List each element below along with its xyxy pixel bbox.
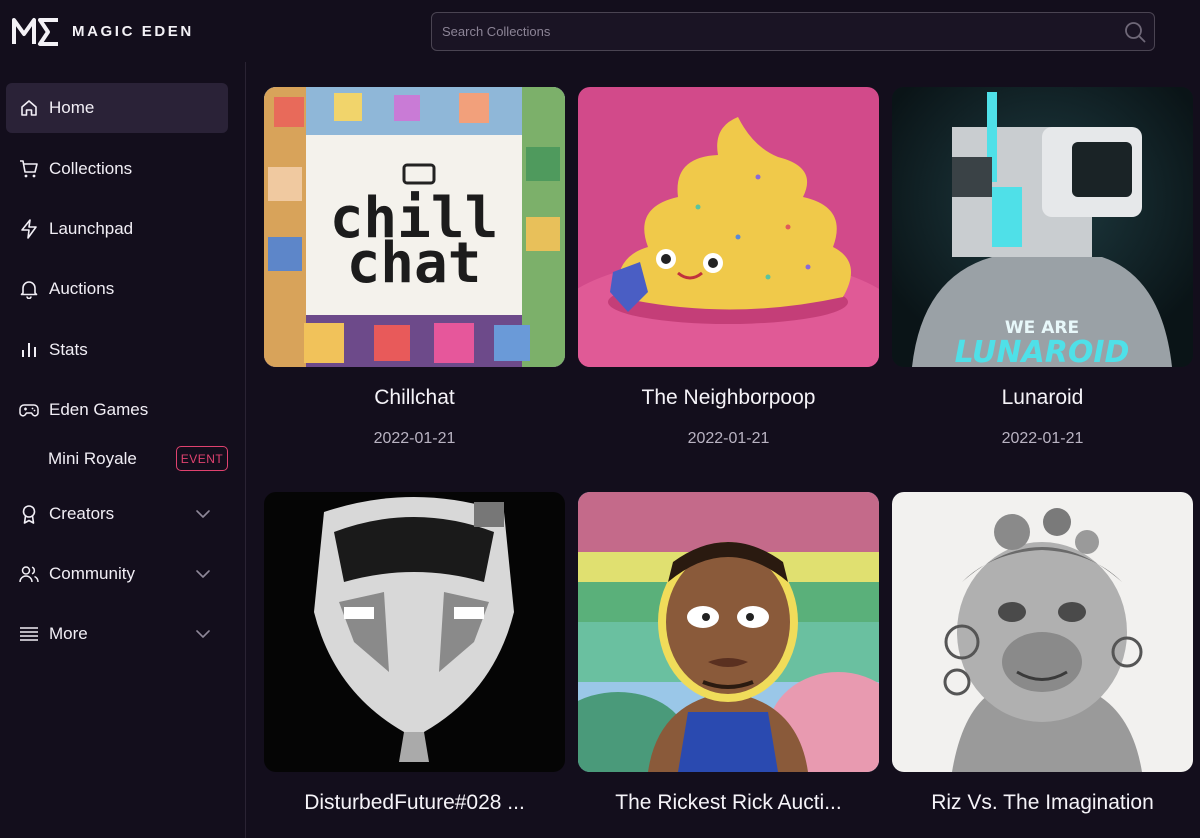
- chillchat-artwork: chill chat: [264, 87, 565, 367]
- svg-text:chat: chat: [347, 231, 482, 296]
- sidebar-item-label: Creators: [49, 504, 115, 523]
- collection-date: 2022-01-21: [1001, 430, 1084, 447]
- cart-icon: [20, 160, 38, 178]
- top-header: MAGIC EDEN: [0, 0, 1200, 62]
- collection-title[interactable]: The Neighborpoop: [578, 386, 879, 410]
- collection-image[interactable]: [264, 492, 565, 772]
- collection-date: 2022-01-21: [687, 430, 770, 447]
- home-icon: [21, 100, 37, 116]
- collection-card-rickest-rick[interactable]: The Rickest Rick Aucti...: [578, 492, 879, 815]
- collection-card-lunaroid[interactable]: WE ARE LUNAROID Lunaroid 2022-01-21: [892, 87, 1193, 448]
- sidebar-item-community[interactable]: Community: [6, 549, 228, 599]
- sidebar-item-launchpad[interactable]: Launchpad: [6, 204, 228, 254]
- sidebar-item-eden-games[interactable]: Eden Games: [6, 385, 228, 435]
- collection-card-disturbedfuture[interactable]: DisturbedFuture#028 ...: [264, 492, 565, 815]
- chevron-down-icon[interactable]: [194, 625, 212, 643]
- award-icon: [22, 505, 36, 524]
- collection-image[interactable]: [892, 492, 1193, 772]
- sidebar-item-collections[interactable]: Collections: [6, 144, 228, 194]
- sidebar-item-label: Home: [49, 98, 95, 117]
- collection-title[interactable]: Lunaroid: [892, 386, 1193, 410]
- search-bar[interactable]: [431, 12, 1155, 51]
- search-icon[interactable]: [1124, 21, 1146, 43]
- sidebar-item-label: Eden Games: [49, 400, 149, 419]
- sidebar-subitem-label: Mini Royale: [48, 449, 137, 468]
- lunaroid-art-text-2: LUNAROID: [955, 335, 1130, 367]
- collection-image[interactable]: WE ARE LUNAROID: [892, 87, 1193, 367]
- collection-card-riz[interactable]: Riz Vs. The Imagination: [892, 492, 1193, 815]
- rickest-rick-artwork: [578, 492, 879, 772]
- event-badge: EVENT: [176, 446, 228, 471]
- disturbedfuture-artwork: [264, 492, 565, 772]
- bar-chart-icon: [22, 343, 36, 357]
- chevron-down-icon[interactable]: [194, 565, 212, 583]
- collection-image[interactable]: [578, 492, 879, 772]
- sidebar-item-label: Auctions: [49, 279, 115, 298]
- users-icon: [19, 566, 39, 583]
- lunaroid-artwork: WE ARE LUNAROID: [892, 87, 1193, 367]
- sidebar-item-label: Community: [49, 564, 135, 583]
- search-input[interactable]: [442, 13, 1122, 50]
- magic-eden-logo[interactable]: MAGIC EDEN: [12, 16, 194, 46]
- sidebar-item-creators[interactable]: Creators: [6, 489, 228, 539]
- sidebar-item-more[interactable]: More: [6, 609, 228, 659]
- sidebar-item-stats[interactable]: Stats: [6, 325, 228, 375]
- gamepad-icon: [19, 404, 39, 417]
- collection-title[interactable]: Riz Vs. The Imagination: [892, 791, 1193, 815]
- collection-card-neighborpoop[interactable]: The Neighborpoop 2022-01-21: [578, 87, 879, 448]
- sidebar-item-label: Stats: [49, 340, 88, 359]
- collection-image[interactable]: chill chat: [264, 87, 565, 367]
- collection-title[interactable]: Chillchat: [264, 386, 565, 410]
- menu-icon: [20, 627, 38, 641]
- collection-title[interactable]: DisturbedFuture#028 ...: [264, 791, 565, 815]
- sidebar-item-home[interactable]: Home: [6, 83, 228, 133]
- collection-card-chillchat[interactable]: chill chat Chillchat 2022-01-21: [264, 87, 565, 448]
- neighborpoop-artwork: [578, 87, 879, 367]
- sidebar-item-auctions[interactable]: Auctions: [6, 264, 228, 314]
- collection-image[interactable]: [578, 87, 879, 367]
- collection-date: 2022-01-21: [373, 430, 456, 447]
- sidebar-item-label: Launchpad: [49, 219, 134, 238]
- lightning-icon: [21, 219, 37, 239]
- riz-artwork: [892, 492, 1193, 772]
- logo-text: MAGIC EDEN: [72, 22, 194, 40]
- magic-eden-logo-icon: [12, 18, 58, 46]
- chevron-down-icon[interactable]: [194, 505, 212, 523]
- bell-icon: [20, 281, 38, 299]
- collection-title[interactable]: The Rickest Rick Aucti...: [578, 791, 879, 815]
- sidebar-item-label: Collections: [49, 159, 133, 178]
- sidebar-item-label: More: [49, 624, 88, 643]
